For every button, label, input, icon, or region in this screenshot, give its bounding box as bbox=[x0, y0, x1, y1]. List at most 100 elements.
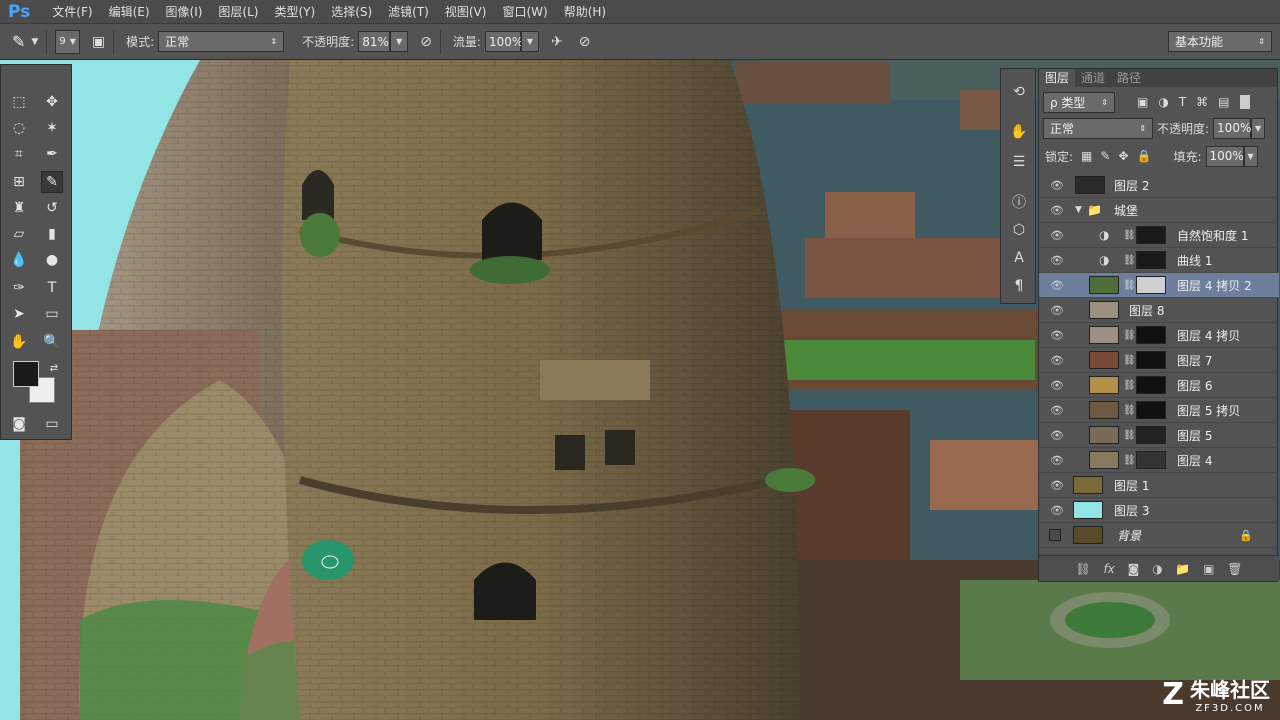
clone-stamp-tool-icon[interactable]: ♜ bbox=[8, 197, 30, 219]
layer-row[interactable]: 👁 ◑ ⛓ 自然饱和度 1 bbox=[1039, 223, 1279, 248]
fill-slider-icon[interactable]: ▼ bbox=[1243, 145, 1258, 167]
lock-image-icon[interactable]: ✎ bbox=[1100, 149, 1110, 163]
eye-icon[interactable]: 👁 bbox=[1049, 379, 1065, 392]
menu-filter[interactable]: 滤镜(T) bbox=[380, 3, 437, 20]
gradient-tool-icon[interactable]: ▮ bbox=[41, 223, 63, 245]
paragraph-icon[interactable]: ¶ bbox=[1007, 275, 1031, 297]
layer-row[interactable]: 👁 图层 1 bbox=[1039, 473, 1279, 498]
tab-paths[interactable]: 路径 bbox=[1111, 69, 1147, 87]
eye-icon[interactable]: 👁 bbox=[1049, 454, 1065, 467]
workspace-select[interactable]: 基本功能 ⇕ bbox=[1168, 31, 1272, 52]
layer-group-row[interactable]: 👁 ▼ 📁 城堡 bbox=[1039, 198, 1279, 223]
pressure-opacity-icon[interactable]: ⊘ bbox=[420, 34, 432, 50]
hand-tool-icon[interactable]: ✋ bbox=[8, 331, 30, 353]
mode-select[interactable]: 正常 ⇕ bbox=[158, 31, 285, 52]
layer-row[interactable]: 👁 ⛓ 图层 7 bbox=[1039, 348, 1279, 373]
delete-layer-icon[interactable]: 🗑 bbox=[1227, 562, 1242, 576]
new-group-icon[interactable]: 📁 bbox=[1175, 562, 1190, 576]
layer-row[interactable]: 👁 ⛓ 图层 4 拷贝 bbox=[1039, 323, 1279, 348]
link-layers-icon[interactable]: ⛓ bbox=[1075, 562, 1090, 576]
flow-slider-icon[interactable]: ▼ bbox=[520, 31, 539, 52]
filter-type-icon[interactable]: T bbox=[1179, 95, 1186, 109]
tool-preset-dropdown-icon[interactable]: ▼ bbox=[31, 37, 38, 47]
menu-type[interactable]: 类型(Y) bbox=[266, 3, 323, 20]
eye-icon[interactable]: 👁 bbox=[1049, 229, 1065, 242]
tab-layers[interactable]: 图层 bbox=[1039, 69, 1076, 87]
blend-mode-select[interactable]: 正常 ⇕ bbox=[1043, 117, 1153, 139]
layer-row[interactable]: 👁 ⛓ 图层 6 bbox=[1039, 373, 1279, 398]
marquee-tool-icon[interactable]: ⬚ bbox=[8, 91, 30, 113]
eye-icon[interactable]: 👁 bbox=[1049, 329, 1065, 342]
menu-view[interactable]: 视图(V) bbox=[437, 3, 495, 20]
swap-colors-icon[interactable]: ⇄ bbox=[43, 357, 65, 379]
brush-tool-icon[interactable]: ✎ bbox=[41, 171, 63, 193]
history-brush-tool-icon[interactable]: ↺ bbox=[41, 197, 63, 219]
lock-transparent-icon[interactable]: ▦ bbox=[1081, 149, 1092, 163]
info-icon[interactable]: ⓘ bbox=[1007, 191, 1031, 213]
path-selection-tool-icon[interactable]: ➤ bbox=[8, 303, 30, 325]
layer-row[interactable]: 👁 ⛓ 图层 4 bbox=[1039, 448, 1279, 473]
quick-mask-icon[interactable]: ◙ bbox=[8, 413, 30, 435]
layer-opacity-field[interactable]: 100% bbox=[1213, 117, 1251, 139]
eye-icon[interactable]: 👁 bbox=[1049, 354, 1065, 367]
menu-help[interactable]: 帮助(H) bbox=[556, 3, 614, 20]
type-tool-icon[interactable]: T bbox=[41, 277, 63, 299]
new-adjustment-icon[interactable]: ◑ bbox=[1152, 562, 1162, 576]
eye-icon[interactable]: 👁 bbox=[1049, 279, 1065, 292]
eye-icon[interactable]: 👁 bbox=[1049, 179, 1065, 192]
pressure-size-icon[interactable]: ⊘ bbox=[579, 34, 591, 50]
fill-field[interactable]: 100% bbox=[1205, 145, 1244, 167]
filter-toggle-icon[interactable] bbox=[1239, 95, 1250, 109]
group-expand-icon[interactable]: ▼ bbox=[1075, 205, 1082, 215]
tab-channels[interactable]: 通道 bbox=[1075, 69, 1111, 87]
move-tool-icon[interactable]: ✥ bbox=[41, 91, 63, 113]
filter-shape-icon[interactable]: ⌘ bbox=[1196, 95, 1208, 109]
layer-row[interactable]: 👁 ⛓ 图层 5 拷贝 bbox=[1039, 398, 1279, 423]
brush-panel-toggle-icon[interactable]: ▣ bbox=[92, 34, 105, 50]
crop-tool-icon[interactable]: ⌗ bbox=[8, 143, 30, 165]
layer-opacity-slider-icon[interactable]: ▼ bbox=[1251, 117, 1266, 139]
lasso-tool-icon[interactable]: ◌ bbox=[8, 117, 30, 139]
visibility-box[interactable] bbox=[1049, 529, 1061, 541]
menu-edit[interactable]: 编辑(E) bbox=[101, 3, 158, 20]
screen-mode-icon[interactable]: ▭ bbox=[41, 413, 63, 435]
flow-field[interactable]: 100% bbox=[484, 31, 523, 52]
filter-kind-select[interactable]: ρ 类型 ⇕ bbox=[1043, 91, 1115, 113]
layer-row-selected[interactable]: 👁 ⛓ 图层 4 拷贝 2 bbox=[1039, 273, 1279, 298]
history-panel-icon[interactable]: ⟲ bbox=[1007, 81, 1031, 103]
pen-tool-icon[interactable]: ✑ bbox=[8, 277, 30, 299]
lock-position-icon[interactable]: ✥ bbox=[1118, 149, 1128, 163]
filter-pixel-icon[interactable]: ▣ bbox=[1137, 95, 1148, 109]
eye-icon[interactable]: 👁 bbox=[1049, 304, 1065, 317]
layer-row[interactable]: 👁 图层 3 bbox=[1039, 498, 1279, 523]
layer-row[interactable]: 👁 图层 8 bbox=[1039, 298, 1279, 323]
character-icon[interactable]: A bbox=[1007, 247, 1031, 269]
layer-row[interactable]: 👁 图层 2 bbox=[1039, 173, 1279, 198]
eye-icon[interactable]: 👁 bbox=[1049, 204, 1065, 217]
magic-wand-tool-icon[interactable]: ✶ bbox=[41, 117, 63, 139]
blur-tool-icon[interactable]: 💧 bbox=[8, 249, 30, 271]
menu-layer[interactable]: 图层(L) bbox=[210, 3, 266, 20]
opacity-field[interactable]: 81% bbox=[358, 31, 391, 52]
layer-row[interactable]: 👁 ⛓ 图层 5 bbox=[1039, 423, 1279, 448]
airbrush-icon[interactable]: ✈ bbox=[551, 34, 563, 50]
zoom-tool-icon[interactable]: 🔍 bbox=[41, 331, 63, 353]
add-mask-icon[interactable]: ◙ bbox=[1128, 562, 1140, 576]
eye-icon[interactable]: 👁 bbox=[1049, 429, 1065, 442]
eraser-tool-icon[interactable]: ▱ bbox=[8, 223, 30, 245]
healing-brush-tool-icon[interactable]: ⊞ bbox=[8, 171, 30, 193]
filter-smart-object-icon[interactable]: ▤ bbox=[1218, 95, 1229, 109]
eye-icon[interactable]: 👁 bbox=[1049, 479, 1065, 492]
dodge-tool-icon[interactable]: ● bbox=[41, 249, 63, 271]
brush-size-picker[interactable]: 9 ▼ bbox=[55, 29, 80, 54]
eyedropper-tool-icon[interactable]: ✒ bbox=[41, 143, 63, 165]
filter-adjustment-icon[interactable]: ◑ bbox=[1158, 95, 1168, 109]
menu-file[interactable]: 文件(F) bbox=[44, 3, 100, 20]
layer-style-icon[interactable]: fx bbox=[1103, 562, 1114, 576]
brush-tool-icon[interactable]: ✎ bbox=[12, 32, 25, 51]
new-layer-icon[interactable]: ▣ bbox=[1203, 562, 1214, 576]
eye-icon[interactable]: 👁 bbox=[1049, 404, 1065, 417]
layer-row[interactable]: 👁 ◑ ⛓ 曲线 1 bbox=[1039, 248, 1279, 273]
adjustments-icon[interactable]: ☰ bbox=[1007, 151, 1031, 173]
foreground-color-swatch[interactable] bbox=[13, 361, 39, 387]
